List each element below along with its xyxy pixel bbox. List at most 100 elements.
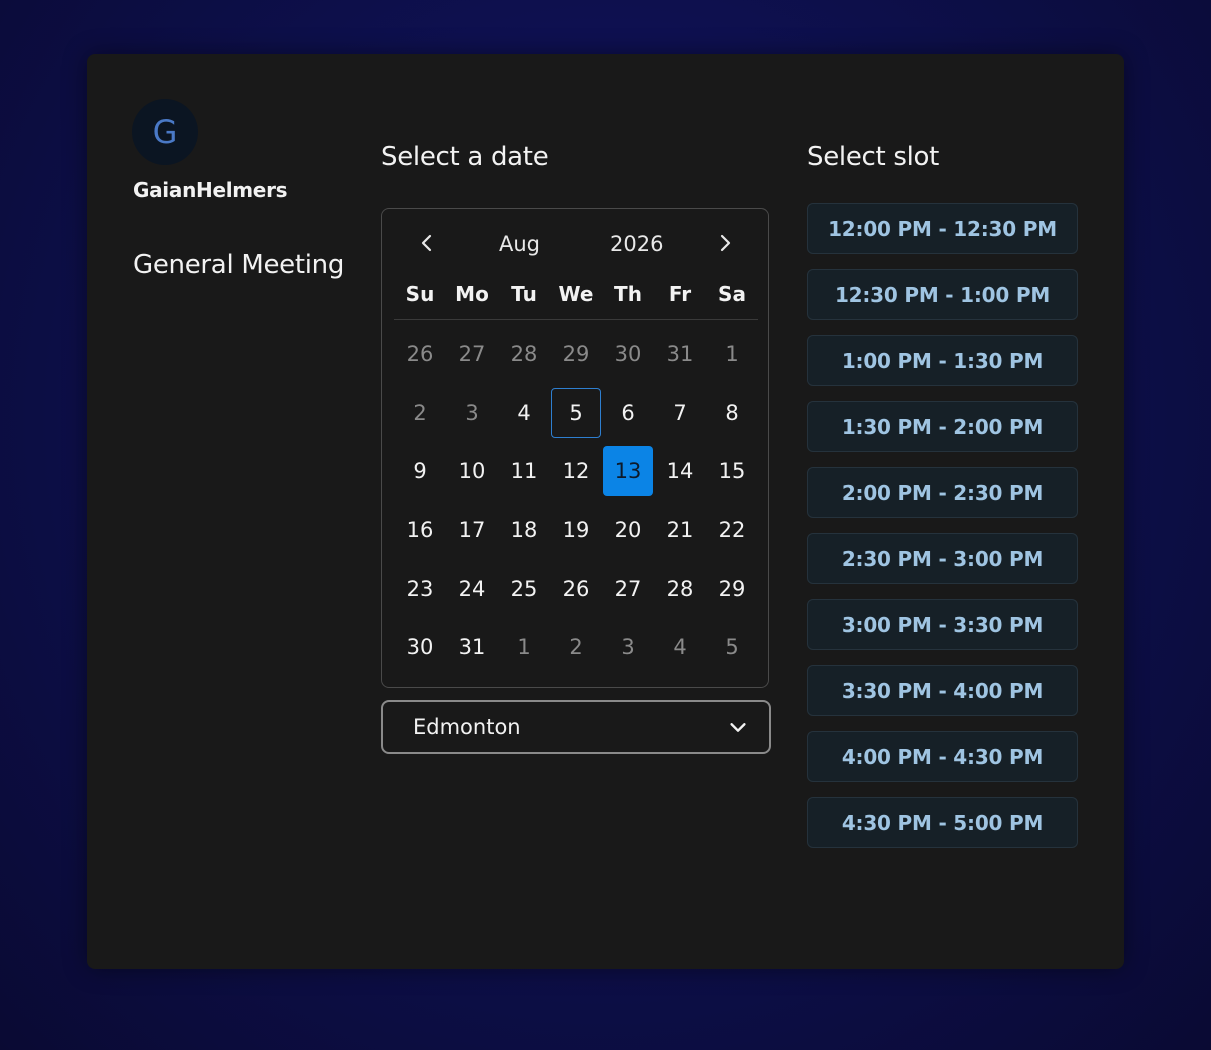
- calendar-day-label: 2: [413, 400, 427, 425]
- calendar-day[interactable]: 8: [706, 384, 758, 443]
- calendar-header: Aug 2026: [382, 209, 768, 279]
- time-slot-button[interactable]: 4:00 PM - 4:30 PM: [807, 731, 1078, 782]
- calendar-day-today[interactable]: 5: [550, 384, 602, 443]
- chevron-left-icon: [421, 234, 432, 252]
- calendar-day-label: 24: [458, 576, 486, 601]
- calendar-day[interactable]: 2: [550, 618, 602, 677]
- calendar-day[interactable]: 21: [654, 501, 706, 560]
- timezone-select[interactable]: Edmonton: [381, 700, 771, 754]
- calendar-day-label: 4: [673, 635, 687, 660]
- calendar-day[interactable]: 29: [550, 325, 602, 384]
- calendar-day[interactable]: 30: [602, 325, 654, 384]
- calendar-day-label: 28: [666, 576, 694, 601]
- calendar-day[interactable]: 31: [654, 325, 706, 384]
- calendar-day-label: 30: [614, 342, 642, 367]
- next-month-button[interactable]: [713, 231, 737, 255]
- calendar-day[interactable]: 30: [394, 618, 446, 677]
- time-slot-button[interactable]: 1:30 PM - 2:00 PM: [807, 401, 1078, 452]
- calendar-day[interactable]: 28: [654, 559, 706, 618]
- calendar-day[interactable]: 31: [446, 618, 498, 677]
- time-slot-button[interactable]: 4:30 PM - 5:00 PM: [807, 797, 1078, 848]
- calendar-day-label: 27: [458, 342, 486, 367]
- calendar-day-label: 29: [562, 342, 590, 367]
- previous-month-button[interactable]: [415, 231, 439, 255]
- calendar-day[interactable]: 14: [654, 442, 706, 501]
- calendar-day[interactable]: 18: [498, 501, 550, 560]
- calendar-day[interactable]: 20: [602, 501, 654, 560]
- calendar-day-label: 5: [551, 387, 601, 438]
- calendar-day[interactable]: 10: [446, 442, 498, 501]
- calendar-day-label: 21: [666, 518, 694, 543]
- calendar-day[interactable]: 1: [706, 325, 758, 384]
- weekday-label: Mo: [455, 282, 489, 306]
- calendar-day[interactable]: 27: [602, 559, 654, 618]
- calendar-day-label: 12: [562, 459, 590, 484]
- calendar-day-label: 18: [510, 518, 538, 543]
- calendar-day[interactable]: 29: [706, 559, 758, 618]
- calendar-day-label: 3: [465, 400, 479, 425]
- calendar-day[interactable]: 5: [706, 618, 758, 677]
- slot-list: 12:00 PM - 12:30 PM 12:30 PM - 1:00 PM 1:0…: [807, 203, 1078, 863]
- avatar-initial: G: [152, 113, 178, 151]
- calendar-day[interactable]: 3: [446, 384, 498, 443]
- calendar-day[interactable]: 1: [498, 618, 550, 677]
- calendar-day[interactable]: 15: [706, 442, 758, 501]
- calendar-day[interactable]: 25: [498, 559, 550, 618]
- calendar-day-label: 28: [510, 342, 538, 367]
- calendar-day-label: 31: [666, 342, 694, 367]
- calendar-day[interactable]: 24: [446, 559, 498, 618]
- calendar-day-label: 27: [614, 576, 642, 601]
- calendar-day-label: 9: [413, 459, 427, 484]
- calendar-day[interactable]: 16: [394, 501, 446, 560]
- weekday-label: Tu: [511, 282, 537, 306]
- calendar-day[interactable]: 3: [602, 618, 654, 677]
- calendar-day-label: 29: [718, 576, 746, 601]
- calendar-day-label: 26: [406, 342, 434, 367]
- time-slot-button[interactable]: 2:30 PM - 3:00 PM: [807, 533, 1078, 584]
- calendar-day-label: 14: [666, 459, 694, 484]
- calendar-day[interactable]: 19: [550, 501, 602, 560]
- calendar-day[interactable]: 27: [446, 325, 498, 384]
- event-title: General Meeting: [133, 250, 345, 280]
- calendar-day-label: 15: [718, 459, 746, 484]
- calendar-day-label: 2: [569, 635, 583, 660]
- time-slot-button[interactable]: 3:30 PM - 4:00 PM: [807, 665, 1078, 716]
- calendar-day[interactable]: 7: [654, 384, 706, 443]
- calendar-day[interactable]: 2: [394, 384, 446, 443]
- calendar-day-label: 19: [562, 518, 590, 543]
- calendar-day-label: 7: [673, 400, 687, 425]
- calendar-day[interactable]: 12: [550, 442, 602, 501]
- calendar-day-label: 1: [517, 635, 531, 660]
- calendar-day[interactable]: 23: [394, 559, 446, 618]
- time-slot-button[interactable]: 12:30 PM - 1:00 PM: [807, 269, 1078, 320]
- calendar-day[interactable]: 26: [394, 325, 446, 384]
- timezone-value: Edmonton: [413, 715, 521, 739]
- year-label[interactable]: 2026: [610, 232, 663, 256]
- weekday-label: Th: [614, 282, 642, 306]
- time-slot-button[interactable]: 2:00 PM - 2:30 PM: [807, 467, 1078, 518]
- calendar-day-label: 23: [406, 576, 434, 601]
- calendar-day-label: 25: [510, 576, 538, 601]
- time-slot-button[interactable]: 3:00 PM - 3:30 PM: [807, 599, 1078, 650]
- calendar-day[interactable]: 9: [394, 442, 446, 501]
- calendar-day[interactable]: 17: [446, 501, 498, 560]
- avatar: G: [132, 99, 198, 165]
- time-slot-button[interactable]: 1:00 PM - 1:30 PM: [807, 335, 1078, 386]
- calendar-day[interactable]: 28: [498, 325, 550, 384]
- calendar-day-label: 8: [725, 400, 739, 425]
- calendar-day[interactable]: 22: [706, 501, 758, 560]
- calendar-days-grid: 26 27 28 29 30 31 1 2 3 4 5 6 7 8 9 10 11 12 13 14 15 16 17 18 1…: [394, 325, 758, 677]
- calendar-day-label: 10: [458, 459, 486, 484]
- month-label[interactable]: Aug: [499, 232, 540, 256]
- calendar-day-label: 30: [406, 635, 434, 660]
- calendar-day[interactable]: 6: [602, 384, 654, 443]
- time-slot-button[interactable]: 12:00 PM - 12:30 PM: [807, 203, 1078, 254]
- calendar-day-label: 6: [621, 400, 635, 425]
- calendar-day[interactable]: 26: [550, 559, 602, 618]
- calendar-day[interactable]: 11: [498, 442, 550, 501]
- calendar-day-label: 13: [603, 446, 653, 497]
- chevron-right-icon: [720, 234, 731, 252]
- calendar-day[interactable]: 4: [498, 384, 550, 443]
- calendar-day-selected[interactable]: 13: [602, 442, 654, 501]
- calendar-day[interactable]: 4: [654, 618, 706, 677]
